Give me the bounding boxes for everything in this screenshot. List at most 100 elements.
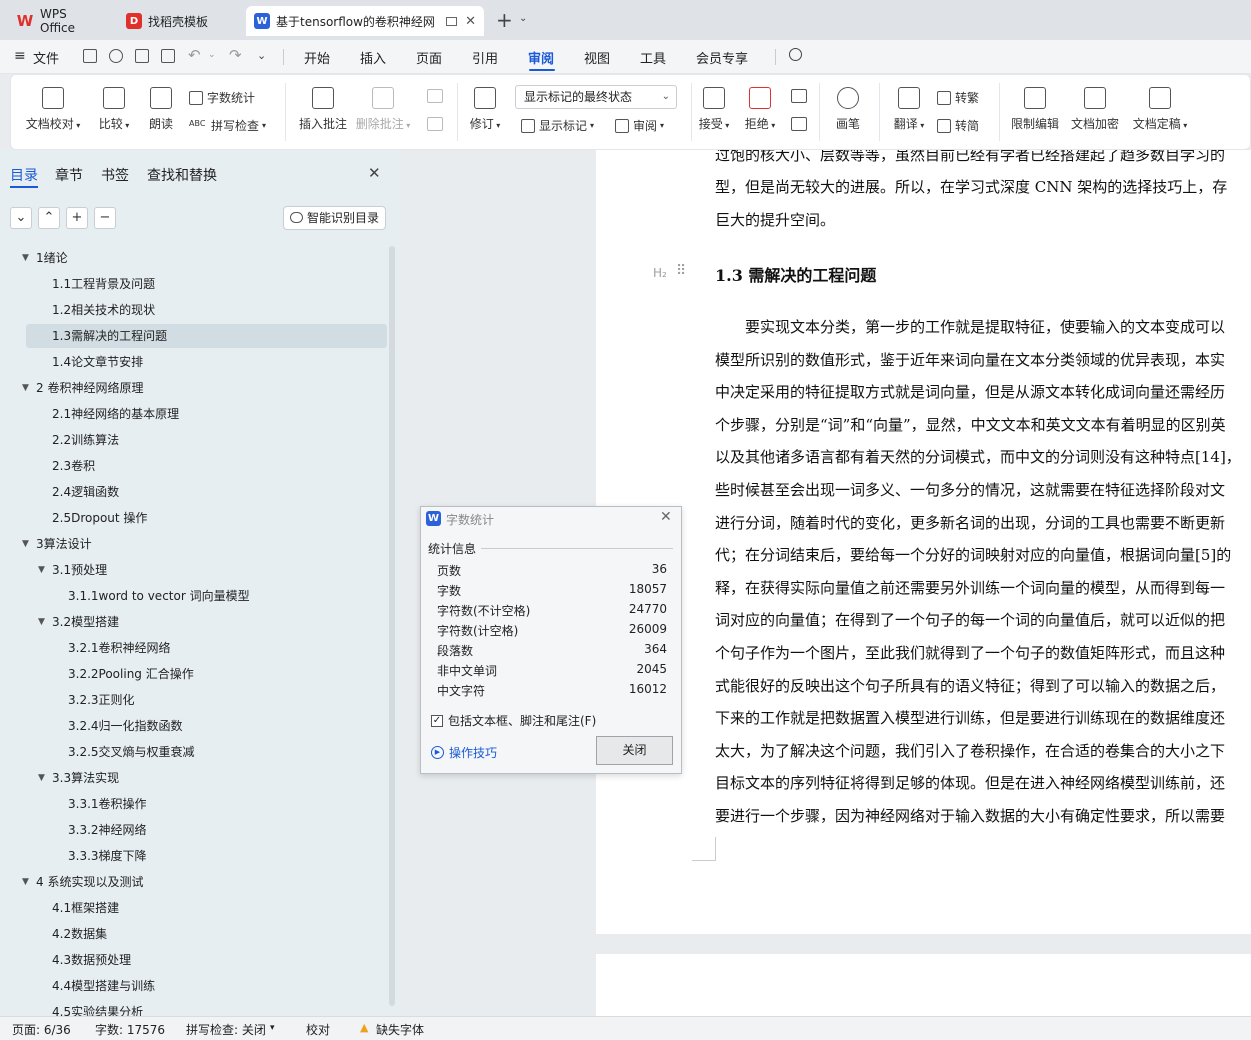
toc-item[interactable]: 2.2训练算法: [52, 428, 119, 452]
menu-item-home[interactable]: 开始: [304, 48, 330, 67]
share-icon[interactable]: [109, 49, 123, 63]
next-change-icon[interactable]: [791, 117, 807, 131]
collapse-all-button[interactable]: ⌄: [10, 207, 32, 229]
drag-handle-icon[interactable]: ⠿: [676, 263, 686, 279]
close-icon[interactable]: ✕: [465, 14, 476, 29]
compare-button[interactable]: 比较 ▾: [95, 87, 133, 132]
toc-item[interactable]: 1.1工程背景及问题: [52, 272, 155, 296]
to-traditional-button[interactable]: 转繁: [937, 89, 979, 106]
toc-item[interactable]: 3.3.3梯度下降: [68, 844, 147, 868]
toc-item[interactable]: 4 系统实现以及测试: [36, 870, 143, 894]
undo-icon[interactable]: ↶: [188, 46, 201, 64]
panel-tab-chapters[interactable]: 章节: [55, 165, 83, 185]
toc-item[interactable]: 3.2模型搭建: [52, 610, 119, 634]
menu-file[interactable]: 文件: [33, 48, 59, 67]
menu-item-review[interactable]: 审阅: [528, 48, 554, 67]
panel-tab-find-replace[interactable]: 查找和替换: [147, 165, 217, 185]
new-tab-icon[interactable]: +: [496, 8, 513, 32]
panel-tab-bookmarks[interactable]: 书签: [101, 165, 129, 185]
toc-item[interactable]: 3.3.2神经网络: [68, 818, 147, 842]
expand-arrow-icon[interactable]: ▼: [22, 246, 29, 270]
spell-check-button[interactable]: ABC 拼写检查 ▾: [189, 117, 266, 134]
menu-item-view[interactable]: 视图: [584, 48, 610, 67]
save-icon[interactable]: [83, 49, 97, 63]
expand-up-button[interactable]: ⌃: [38, 207, 60, 229]
tab-wps-office[interactable]: W WPS Office: [8, 6, 112, 36]
accept-button[interactable]: 接受 ▾: [695, 87, 733, 132]
toc-item[interactable]: 4.2数据集: [52, 922, 107, 946]
toc-item[interactable]: 1绪论: [36, 246, 68, 270]
remove-heading-button[interactable]: −: [94, 207, 116, 229]
chevron-down-icon[interactable]: ▾: [270, 1023, 275, 1033]
status-missing-font[interactable]: 缺失字体: [376, 1021, 424, 1038]
expand-arrow-icon[interactable]: ▼: [22, 870, 29, 894]
redo-icon[interactable]: ↷: [229, 46, 242, 64]
screen-icon[interactable]: [446, 16, 458, 26]
expand-arrow-icon[interactable]: ▼: [38, 558, 45, 582]
toc-item[interactable]: 2.5Dropout 操作: [52, 506, 147, 530]
tab-document[interactable]: W 基于tensorflow的卷积神经网 ✕: [246, 6, 484, 36]
status-page[interactable]: 页面: 6/36: [12, 1021, 71, 1038]
toc-item[interactable]: 3.3算法实现: [52, 766, 119, 790]
prev-change-icon[interactable]: [791, 89, 807, 103]
tab-list-chevron-icon[interactable]: ⌄: [519, 13, 527, 24]
document-next-page[interactable]: [596, 954, 1251, 1016]
hamburger-icon[interactable]: ≡: [14, 48, 26, 64]
smart-toc-button[interactable]: 智能识别目录: [283, 206, 386, 230]
toc-item[interactable]: 2 卷积神经网络原理: [36, 376, 143, 400]
tab-template[interactable]: D 找稻壳模板: [118, 6, 240, 36]
close-panel-icon[interactable]: ✕: [368, 164, 381, 182]
toc-item[interactable]: 2.3卷积: [52, 454, 95, 478]
toc-item[interactable]: 2.4逻辑函数: [52, 480, 119, 504]
expand-arrow-icon[interactable]: ▼: [22, 532, 29, 556]
revise-button[interactable]: 修订 ▾: [465, 87, 505, 132]
insert-comment-button[interactable]: 插入批注: [295, 87, 351, 132]
toc-item[interactable]: 3.2.2Pooling 汇合操作: [68, 662, 194, 686]
word-count-button[interactable]: 字数统计: [189, 89, 255, 106]
include-notes-checkbox[interactable]: ✓ 包括文本框、脚注和尾注(F): [431, 712, 596, 729]
toc-item[interactable]: 4.4模型搭建与训练: [52, 974, 155, 998]
toc-item[interactable]: 3.3.1卷积操作: [68, 792, 147, 816]
delete-comment-button[interactable]: 删除批注 ▾: [355, 87, 411, 132]
markup-display-select[interactable]: 显示标记的最终状态 ⌄: [515, 85, 677, 109]
pen-button[interactable]: 画笔: [831, 87, 865, 132]
restrict-edit-button[interactable]: 限制编辑: [1009, 87, 1061, 132]
translate-button[interactable]: 翻译 ▾: [889, 87, 929, 132]
expand-arrow-icon[interactable]: ▼: [22, 376, 29, 400]
menu-item-page[interactable]: 页面: [416, 48, 442, 67]
panel-tab-toc[interactable]: 目录: [10, 165, 38, 185]
toc-item[interactable]: 3.2.1卷积神经网络: [68, 636, 171, 660]
toc-item[interactable]: 1.4论文章节安排: [52, 350, 143, 374]
dialog-close-icon[interactable]: ✕: [660, 509, 672, 525]
toc-item[interactable]: 1.3需解决的工程问题: [52, 324, 167, 348]
close-button[interactable]: 关闭: [596, 736, 673, 765]
review-pane-button[interactable]: 审阅 ▾: [615, 117, 664, 134]
more-chevron-icon[interactable]: ⌄: [257, 49, 266, 62]
undo-dropdown-icon[interactable]: ⌄: [208, 50, 216, 60]
expand-arrow-icon[interactable]: ▼: [38, 766, 45, 790]
menu-item-tools[interactable]: 工具: [640, 48, 666, 67]
prev-comment-icon[interactable]: [427, 89, 443, 103]
status-word-count[interactable]: 字数: 17576: [95, 1021, 165, 1038]
tips-link[interactable]: ▶ 操作技巧: [431, 744, 497, 761]
next-comment-icon[interactable]: [427, 117, 443, 131]
toc-item[interactable]: 3.2.3正则化: [68, 688, 135, 712]
toc-item[interactable]: 3.2.4归一化指数函数: [68, 714, 183, 738]
to-simplified-button[interactable]: 转简: [937, 117, 979, 134]
reject-button[interactable]: 拒绝 ▾: [741, 87, 779, 132]
finalize-button[interactable]: 文档定稿 ▾: [1129, 87, 1191, 132]
toc-item[interactable]: 4.1框架搭建: [52, 896, 119, 920]
toc-item[interactable]: 2.1神经网络的基本原理: [52, 402, 179, 426]
toc-item[interactable]: 3算法设计: [36, 532, 92, 556]
toc-item[interactable]: 4.3数据预处理: [52, 948, 131, 972]
toc-item[interactable]: 3.1预处理: [52, 558, 107, 582]
expand-arrow-icon[interactable]: ▼: [38, 610, 45, 634]
menu-item-insert[interactable]: 插入: [360, 48, 386, 67]
panel-scrollbar[interactable]: [389, 246, 395, 1006]
toc-item[interactable]: 3.2.5交叉熵与权重衰减: [68, 740, 195, 764]
search-icon[interactable]: [789, 48, 802, 61]
toc-item[interactable]: 3.1.1word to vector 词向量模型: [68, 584, 250, 608]
read-aloud-button[interactable]: 朗读: [145, 87, 177, 132]
menu-item-member[interactable]: 会员专享: [696, 48, 748, 67]
encrypt-button[interactable]: 文档加密: [1069, 87, 1121, 132]
